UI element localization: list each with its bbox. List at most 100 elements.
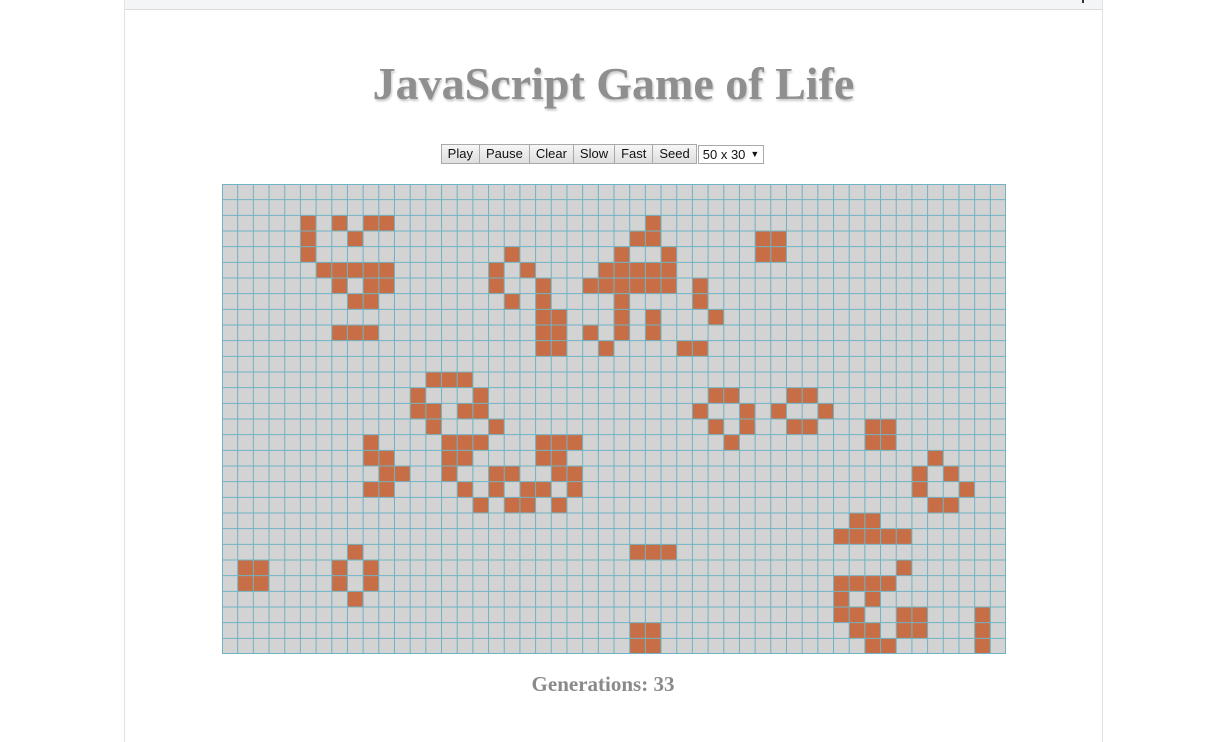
- alive-cell[interactable]: [441, 434, 458, 451]
- alive-cell[interactable]: [864, 419, 881, 435]
- alive-cell[interactable]: [472, 387, 489, 404]
- alive-cell[interactable]: [551, 466, 567, 482]
- alive-cell[interactable]: [347, 231, 364, 247]
- alive-cell[interactable]: [692, 340, 709, 357]
- alive-cell[interactable]: [331, 262, 348, 278]
- alive-cell[interactable]: [911, 481, 928, 498]
- alive-cell[interactable]: [817, 403, 834, 419]
- alive-cell[interactable]: [614, 262, 630, 278]
- alive-cell[interactable]: [974, 622, 991, 639]
- alive-cell[interactable]: [535, 325, 552, 341]
- alive-cell[interactable]: [347, 544, 364, 560]
- alive-cell[interactable]: [394, 466, 411, 482]
- alive-cell[interactable]: [504, 497, 520, 513]
- alive-cell[interactable]: [833, 607, 850, 623]
- alive-cell[interactable]: [598, 262, 614, 278]
- alive-cell[interactable]: [347, 262, 364, 278]
- alive-cell[interactable]: [708, 387, 724, 404]
- alive-cell[interactable]: [786, 387, 803, 404]
- alive-cell[interactable]: [331, 560, 348, 576]
- alive-cell[interactable]: [974, 638, 991, 654]
- alive-cell[interactable]: [645, 215, 662, 231]
- alive-cell[interactable]: [849, 575, 865, 592]
- alive-cell[interactable]: [880, 638, 897, 654]
- alive-cell[interactable]: [833, 591, 850, 607]
- alive-cell[interactable]: [566, 466, 583, 482]
- alive-cell[interactable]: [770, 246, 787, 263]
- alive-cell[interactable]: [331, 278, 348, 294]
- alive-cell[interactable]: [864, 622, 881, 639]
- alive-cell[interactable]: [457, 450, 473, 466]
- alive-cell[interactable]: [363, 560, 379, 576]
- alive-cell[interactable]: [363, 262, 379, 278]
- alive-cell[interactable]: [300, 231, 317, 247]
- alive-cell[interactable]: [441, 466, 458, 482]
- alive-cell[interactable]: [896, 622, 912, 639]
- alive-cell[interactable]: [457, 434, 473, 451]
- alive-cell[interactable]: [363, 215, 379, 231]
- alive-cell[interactable]: [300, 215, 317, 231]
- alive-cell[interactable]: [849, 528, 865, 545]
- alive-cell[interactable]: [880, 434, 897, 451]
- alive-cell[interactable]: [645, 325, 662, 341]
- alive-cell[interactable]: [676, 340, 693, 357]
- alive-cell[interactable]: [770, 231, 787, 247]
- alive-cell[interactable]: [378, 278, 395, 294]
- alive-cell[interactable]: [770, 403, 787, 419]
- alive-cell[interactable]: [582, 278, 599, 294]
- alive-cell[interactable]: [629, 262, 646, 278]
- alive-cell[interactable]: [911, 466, 928, 482]
- clear-button[interactable]: Clear: [528, 144, 574, 164]
- alive-cell[interactable]: [614, 246, 630, 263]
- alive-cell[interactable]: [880, 528, 897, 545]
- alive-cell[interactable]: [363, 481, 379, 498]
- alive-cell[interactable]: [645, 544, 662, 560]
- alive-cell[interactable]: [645, 262, 662, 278]
- alive-cell[interactable]: [864, 591, 881, 607]
- alive-cell[interactable]: [488, 278, 505, 294]
- alive-cell[interactable]: [535, 278, 552, 294]
- alive-cell[interactable]: [629, 622, 646, 639]
- alive-cell[interactable]: [974, 607, 991, 623]
- alive-cell[interactable]: [535, 481, 552, 498]
- alive-cell[interactable]: [535, 309, 552, 325]
- alive-cell[interactable]: [661, 246, 677, 263]
- alive-cell[interactable]: [739, 403, 756, 419]
- alive-cell[interactable]: [927, 450, 944, 466]
- alive-cell[interactable]: [551, 325, 567, 341]
- alive-cell[interactable]: [692, 403, 709, 419]
- alive-cell[interactable]: [864, 434, 881, 451]
- alive-cell[interactable]: [457, 372, 473, 388]
- alive-cell[interactable]: [457, 403, 473, 419]
- alive-cell[interactable]: [504, 246, 520, 263]
- alive-cell[interactable]: [331, 575, 348, 592]
- alive-cell[interactable]: [253, 575, 270, 592]
- alive-cell[interactable]: [864, 513, 881, 529]
- alive-cell[interactable]: [802, 419, 818, 435]
- alive-cell[interactable]: [629, 638, 646, 654]
- alive-cell[interactable]: [457, 481, 473, 498]
- alive-cell[interactable]: [441, 450, 458, 466]
- alive-cell[interactable]: [629, 231, 646, 247]
- alive-cell[interactable]: [802, 387, 818, 404]
- alive-cell[interactable]: [896, 528, 912, 545]
- alive-cell[interactable]: [378, 215, 395, 231]
- alive-cell[interactable]: [755, 246, 771, 263]
- alive-cell[interactable]: [629, 544, 646, 560]
- alive-cell[interactable]: [661, 278, 677, 294]
- alive-cell[interactable]: [661, 262, 677, 278]
- alive-cell[interactable]: [316, 262, 332, 278]
- alive-cell[interactable]: [347, 591, 364, 607]
- alive-cell[interactable]: [566, 481, 583, 498]
- alive-cell[interactable]: [598, 340, 614, 357]
- alive-cell[interactable]: [708, 419, 724, 435]
- alive-cell[interactable]: [347, 293, 364, 310]
- alive-cell[interactable]: [645, 638, 662, 654]
- alive-cell[interactable]: [598, 278, 614, 294]
- alive-cell[interactable]: [614, 309, 630, 325]
- alive-cell[interactable]: [363, 450, 379, 466]
- alive-cell[interactable]: [551, 309, 567, 325]
- alive-cell[interactable]: [237, 560, 254, 576]
- alive-cell[interactable]: [535, 434, 552, 451]
- alive-cell[interactable]: [472, 497, 489, 513]
